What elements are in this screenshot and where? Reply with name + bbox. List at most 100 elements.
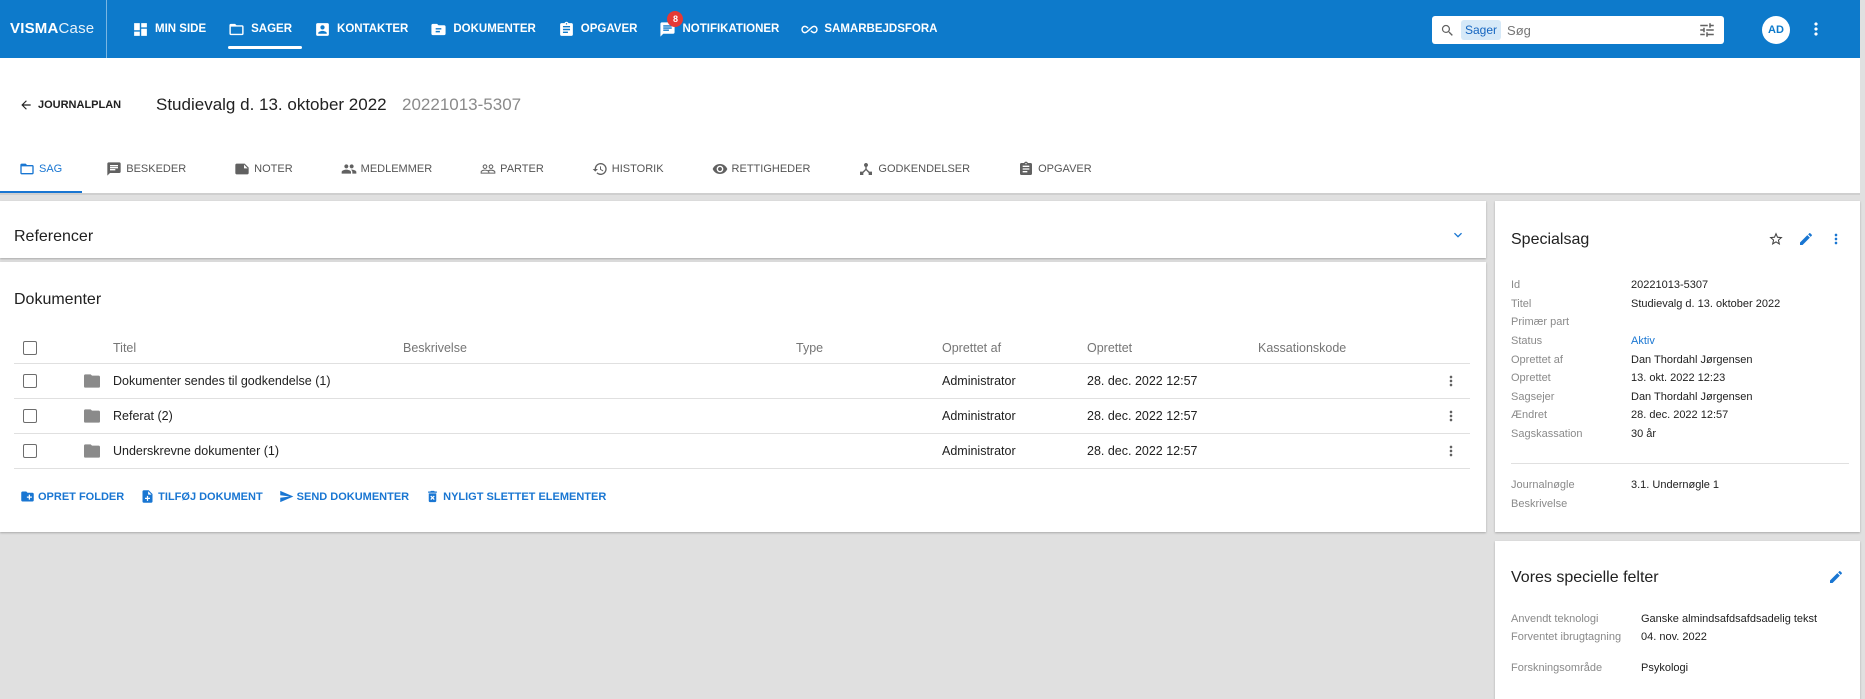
row-menu-button[interactable]	[1443, 434, 1459, 468]
nav-label: SAMARBEJDSFORA	[824, 23, 938, 35]
field-label: Forventet ibrugtagning	[1511, 631, 1622, 643]
field-oprettet: Oprettet 13. okt. 2022 12:23	[1511, 372, 1846, 384]
row-checkbox[interactable]	[23, 374, 37, 388]
references-expand-button[interactable]	[1450, 227, 1466, 243]
references-panel[interactable]: Referencer	[0, 201, 1486, 258]
tab-noter[interactable]: NOTER	[234, 144, 293, 193]
tab-beskeder[interactable]: BESKEDER	[106, 144, 186, 193]
column-header-beskrivelse[interactable]: Beskrivelse	[403, 332, 467, 363]
logo-brand: VISMA	[10, 20, 59, 37]
more-vert-icon	[1449, 445, 1453, 457]
tab-godkendelser[interactable]: GODKENDELSER	[858, 144, 970, 193]
field-value: 20221013-5307	[1631, 279, 1709, 291]
header-shadow	[0, 193, 1860, 195]
field-label: Sagsejer	[1511, 391, 1555, 403]
column-header-titel[interactable]: Titel	[113, 332, 136, 363]
row-title[interactable]: Underskrevne dokumenter (1)	[113, 434, 279, 468]
field-label: Titel	[1511, 298, 1532, 310]
special-fields-panel: Vores specielle felter Anvendt teknologi…	[1495, 541, 1860, 699]
filter-settings-icon[interactable]	[1698, 21, 1716, 39]
table-row[interactable]: Referat (2) Administrator 28. dec. 2022 …	[14, 399, 1470, 434]
user-avatar[interactable]: AD	[1762, 16, 1790, 44]
folder-icon	[20, 163, 34, 174]
field-label: Forskningsområde	[1511, 662, 1603, 674]
notification-badge: 8	[667, 11, 684, 27]
field-value: 28. dec. 2022 12:57	[1631, 409, 1729, 421]
tab-parter[interactable]: PARTER	[480, 144, 544, 193]
field-value: Ganske almindsafdsafdsadelig tekst	[1641, 613, 1818, 625]
status-link[interactable]: Aktiv	[1631, 335, 1655, 347]
field-label: Primær part	[1511, 316, 1570, 328]
case-header: JOURNALPLAN Studievalg d. 13. oktober 20…	[0, 58, 1860, 193]
tab-sag[interactable]: SAG	[0, 144, 83, 193]
select-all-checkbox[interactable]	[23, 340, 37, 355]
field-value: 04. nov. 2022	[1641, 631, 1707, 643]
field-label: Anvendt teknologi	[1511, 613, 1599, 625]
table-row[interactable]: Dokumenter sendes til godkendelse (1) Ad…	[14, 364, 1470, 399]
back-label: JOURNALPLAN	[38, 99, 122, 111]
tab-opgaver[interactable]: OPGAVER	[1018, 144, 1092, 193]
tab-rettigheder[interactable]: RETTIGHEDER	[712, 144, 811, 193]
favorite-button[interactable]	[1768, 231, 1784, 247]
row-menu-button[interactable]	[1443, 399, 1459, 433]
row-created-by: Administrator	[942, 444, 1016, 458]
row-created-by: Administrator	[942, 374, 1016, 388]
row-menu-button[interactable]	[1443, 364, 1459, 398]
send-documents-button[interactable]: SEND DOKUMENTER	[279, 489, 409, 504]
arrow-back-icon	[21, 100, 31, 110]
special-fields-actions	[1814, 569, 1844, 585]
case-menu-button[interactable]	[1828, 231, 1844, 247]
nav-opgaver[interactable]: OPGAVER	[558, 0, 648, 58]
field-oprettet-af: Oprettet af Dan Thordahl Jørgensen	[1511, 354, 1846, 366]
field-aendret: Ændret 28. dec. 2022 12:57	[1511, 409, 1846, 421]
create-folder-button[interactable]: OPRET FOLDER	[20, 489, 124, 504]
documents-actions: OPRET FOLDER TILFØJ DOKUMENT SEND DOKUME…	[20, 489, 622, 504]
nav-samarbejdsfora[interactable]: SAMARBEJDSFORA	[801, 0, 947, 58]
nav-sager[interactable]: SAGER	[228, 0, 302, 58]
star-outline-icon	[1769, 232, 1783, 245]
nav-notifikationer[interactable]: 8 NOTIFIKATIONER	[659, 0, 789, 58]
tab-label: RETTIGHEDER	[731, 162, 811, 175]
column-header-oprettet-af[interactable]: Oprettet af	[942, 332, 1001, 363]
tab-medlemmer[interactable]: MEDLEMMER	[341, 144, 432, 193]
recently-deleted-button[interactable]: NYLIGT SLETTET ELEMENTER	[425, 489, 606, 504]
column-header-kassationskode[interactable]: Kassationskode	[1258, 332, 1346, 363]
app-menu-button[interactable]	[1806, 18, 1826, 40]
table-row[interactable]: Underskrevne dokumenter (1) Administrato…	[14, 434, 1470, 469]
field-label: Status	[1511, 335, 1543, 347]
app-logo[interactable]: VISMACase	[10, 20, 94, 37]
nav-dokumenter[interactable]: DOKUMENTER	[430, 0, 545, 58]
case-details-panel: Specialsag Id 20221013-5307 Titel Studieva…	[1495, 201, 1860, 532]
row-title[interactable]: Referat (2)	[113, 399, 173, 433]
search-input[interactable]	[1507, 22, 1698, 38]
logo-divider	[106, 0, 107, 58]
tab-historik[interactable]: HISTORIK	[592, 144, 664, 193]
column-header-oprettet[interactable]: Oprettet	[1087, 332, 1132, 363]
contact-icon	[316, 22, 329, 36]
case-title: Studievalg d. 13. oktober 2022	[156, 95, 387, 114]
edit-case-button[interactable]	[1798, 231, 1814, 247]
search-scope-chip[interactable]: Sager	[1461, 20, 1502, 40]
row-checkbox[interactable]	[23, 444, 37, 458]
column-header-type[interactable]: Type	[796, 332, 823, 363]
action-label: OPRET FOLDER	[38, 490, 125, 503]
row-created: 28. dec. 2022 12:57	[1087, 374, 1198, 388]
nav-kontakter[interactable]: KONTAKTER	[314, 0, 418, 58]
tab-label: GODKENDELSER	[878, 162, 971, 175]
add-document-button[interactable]: TILFØJ DOKUMENT	[140, 489, 263, 504]
row-title[interactable]: Dokumenter sendes til godkendelse (1)	[113, 364, 330, 398]
tab-label: NOTER	[254, 162, 293, 175]
edit-special-fields-button[interactable]	[1828, 569, 1844, 585]
action-label: NYLIGT SLETTET ELEMENTER	[443, 490, 607, 503]
people-icon	[341, 163, 356, 174]
case-details-actions	[1754, 231, 1844, 247]
field-label: Sagskassation	[1511, 428, 1583, 440]
field-label: Oprettet	[1511, 372, 1551, 384]
field-label: Journalnøgle	[1511, 479, 1575, 491]
row-created: 28. dec. 2022 12:57	[1087, 444, 1198, 458]
dashboard-icon	[134, 22, 147, 36]
field-beskrivelse: Beskrivelse	[1511, 498, 1846, 510]
back-to-journalplan-button[interactable]: JOURNALPLAN	[19, 98, 121, 112]
row-checkbox[interactable]	[23, 409, 37, 423]
nav-min-side[interactable]: MIN SIDE	[132, 0, 216, 58]
